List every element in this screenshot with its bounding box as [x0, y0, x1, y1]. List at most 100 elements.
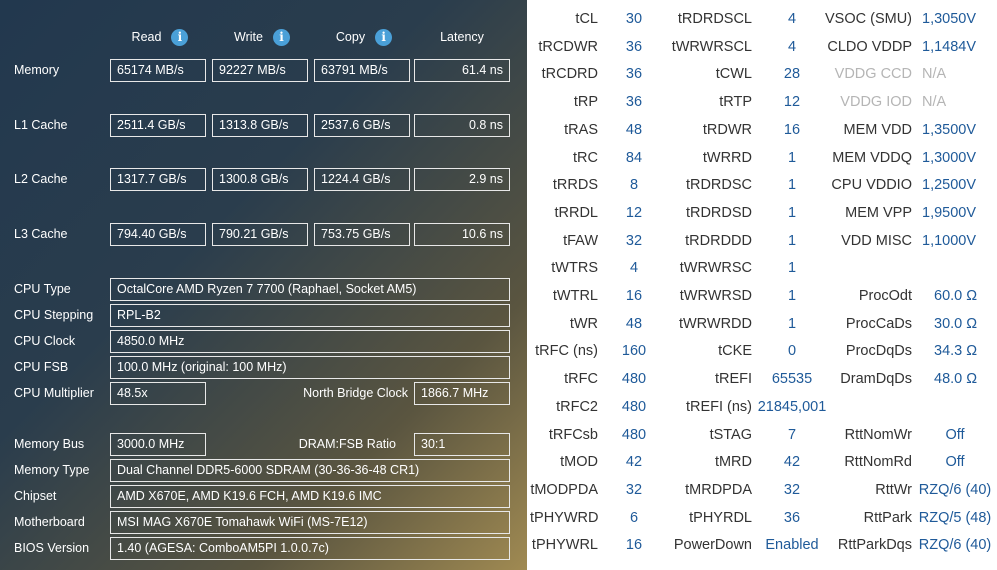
timing-label-dramdqds: DramDqDs [840, 371, 912, 387]
write-header: Write i [212, 27, 312, 47]
timing-label-tphywrl: tPHYWRL [531, 537, 598, 553]
cpu-fsb-value: 100.0 MHz (original: 100 MHz) [110, 356, 510, 379]
chipset-label: Chipset [14, 489, 57, 503]
timing-value-trp: 36 [625, 94, 643, 110]
memory-type-value: Dual Channel DDR5-6000 SDRAM (30-36-36-4… [110, 459, 510, 482]
timing-value-rttpark: RZQ/5 (48) [918, 510, 992, 526]
timing-label-trcdrd: tRCDRD [541, 66, 598, 82]
copy-header: Copy i [314, 27, 414, 47]
memory-read-value: 65174 MB/s [110, 59, 206, 82]
timing-label-cpu-vddio: CPU VDDIO [831, 177, 912, 193]
timing-label-trfc-ns: tRFC (ns) [535, 343, 598, 359]
timing-label-mem-vdd: MEM VDD [843, 122, 912, 138]
timing-value-twrrd: 1 [787, 150, 797, 166]
dram-fsb-ratio-value: 30:1 [414, 433, 510, 456]
timing-value-proccads: 30.0 Ω [934, 316, 978, 332]
timing-value-trrdl: 12 [625, 205, 643, 221]
timing-label-tcwl: tCWL [715, 66, 752, 82]
timing-value-trc: 84 [625, 150, 643, 166]
timing-value-tphywrd: 6 [629, 510, 639, 526]
timing-label-rttparkdqs: RttParkDqs [837, 537, 912, 553]
read-info-icon[interactable]: i [171, 29, 189, 47]
timing-label-twr: tWR [569, 316, 598, 332]
timing-value-tfaw: 32 [625, 233, 643, 249]
nb-clock-label: North Bridge Clock [303, 386, 408, 400]
timing-label-trdrdsd: tRDRDSD [685, 205, 752, 221]
timing-label-trtp: tRTP [719, 94, 752, 110]
timing-label-twrwrdd: tWRWRDD [678, 316, 752, 332]
timing-label-trdrdsc: tRDRDSC [685, 177, 752, 193]
timing-label-trfc2: tRFC2 [556, 399, 598, 415]
timing-label-twtrl: tWTRL [552, 288, 598, 304]
timing-label-tras: tRAS [564, 122, 598, 138]
latency-header: Latency [414, 27, 510, 47]
timing-value-trdrdscl: 4 [787, 11, 797, 27]
l2-cache-label: L2 Cache [14, 172, 68, 186]
memory-write-value: 92227 MB/s [212, 59, 308, 82]
timing-label-trefi: tREFI [714, 371, 752, 387]
cpu-clock-value: 4850.0 MHz [110, 330, 510, 353]
timing-value-trdrdsc: 1 [787, 177, 797, 193]
copy-info-icon[interactable]: i [375, 29, 393, 47]
l3-copy-value: 753.75 GB/s [314, 223, 410, 246]
read-header-label: Read [131, 30, 162, 44]
l1-latency-value: 0.8 ns [414, 114, 510, 137]
l1-read-value: 2511.4 GB/s [110, 114, 206, 137]
l1-cache-label: L1 Cache [14, 118, 68, 132]
timing-label-procdqds: ProcDqDs [845, 343, 912, 359]
timing-label-tcl: tCL [575, 11, 598, 27]
memory-latency-value: 61.4 ns [414, 59, 510, 82]
timing-label-tcke: tCKE [718, 343, 752, 359]
l2-copy-value: 1224.4 GB/s [314, 168, 410, 191]
read-header: Read i [110, 27, 210, 47]
cpu-clock-label: CPU Clock [14, 334, 76, 348]
timing-label-trrdl: tRRDL [554, 205, 598, 221]
timing-label-tphywrd: tPHYWRD [530, 510, 599, 526]
timing-label-vddg-ccd: VDDG CCD [834, 66, 912, 82]
timing-label-procodt: ProcOdt [858, 288, 912, 304]
memory-bus-value: 3000.0 MHz [110, 433, 206, 456]
l2-latency-value: 2.9 ns [414, 168, 510, 191]
timing-value-tphyrdl: 36 [783, 510, 801, 526]
timing-value-trdwr: 16 [783, 122, 801, 138]
timing-value-twrwrsc: 1 [787, 260, 797, 276]
timing-value-procdqds: 34.3 Ω [934, 343, 978, 359]
timing-label-rttwr: RttWr [875, 482, 912, 498]
cpu-stepping-label: CPU Stepping [14, 308, 94, 322]
timing-value-trcdwr: 36 [625, 39, 643, 55]
timing-value-trdrddd: 1 [787, 233, 797, 249]
benchmark-panel: Read i Write i Copy i Latency Memory 65174 … [0, 0, 527, 570]
timing-label-tmod: tMOD [560, 454, 598, 470]
timing-label-twrwrsd: tWRWRSD [679, 288, 752, 304]
timing-label-trfc: tRFC [564, 371, 598, 387]
timing-label-twrrd: tWRRD [702, 150, 752, 166]
timing-label-trrds: tRRDS [552, 177, 598, 193]
timing-value-rttparkdqs: RZQ/6 (40) [918, 537, 992, 553]
write-info-icon[interactable]: i [272, 29, 290, 47]
timing-value-trdrdsd: 1 [787, 205, 797, 221]
memory-copy-value: 63791 MB/s [314, 59, 410, 82]
timing-value-tmod: 42 [625, 454, 643, 470]
timing-value-procodt: 60.0 Ω [934, 288, 978, 304]
timing-value-twrwrsd: 1 [787, 288, 797, 304]
cpu-type-value: OctalCore AMD Ryzen 7 7700 (Raphael, Soc… [110, 278, 510, 301]
nb-clock-value: 1866.7 MHz [414, 382, 510, 405]
timing-value-trfc: 480 [621, 371, 647, 387]
timing-value-tcwl: 28 [783, 66, 801, 82]
timing-value-rttwr: RZQ/6 (40) [918, 482, 992, 498]
timing-label-vsoc-smu: VSOC (SMU) [825, 11, 912, 27]
timing-value-trtp: 12 [783, 94, 801, 110]
l3-cache-label: L3 Cache [14, 227, 68, 241]
timing-label-tmrdpda: tMRDPDA [685, 482, 752, 498]
timing-value-tmrd: 42 [783, 454, 801, 470]
timing-value-trefi: 65535 [771, 371, 813, 387]
l1-copy-value: 2537.6 GB/s [314, 114, 410, 137]
timing-value-vdd-misc: 1,1000V [922, 233, 977, 249]
latency-header-label: Latency [440, 30, 484, 44]
cpu-multiplier-label: CPU Multiplier [14, 386, 94, 400]
timing-label-trdrdscl: tRDRDSCL [677, 11, 752, 27]
timing-label-mem-vddq: MEM VDDQ [832, 150, 912, 166]
timing-label-twtrs: tWTRS [551, 260, 598, 276]
copy-header-label: Copy [335, 30, 366, 44]
timing-value-twr: 48 [625, 316, 643, 332]
